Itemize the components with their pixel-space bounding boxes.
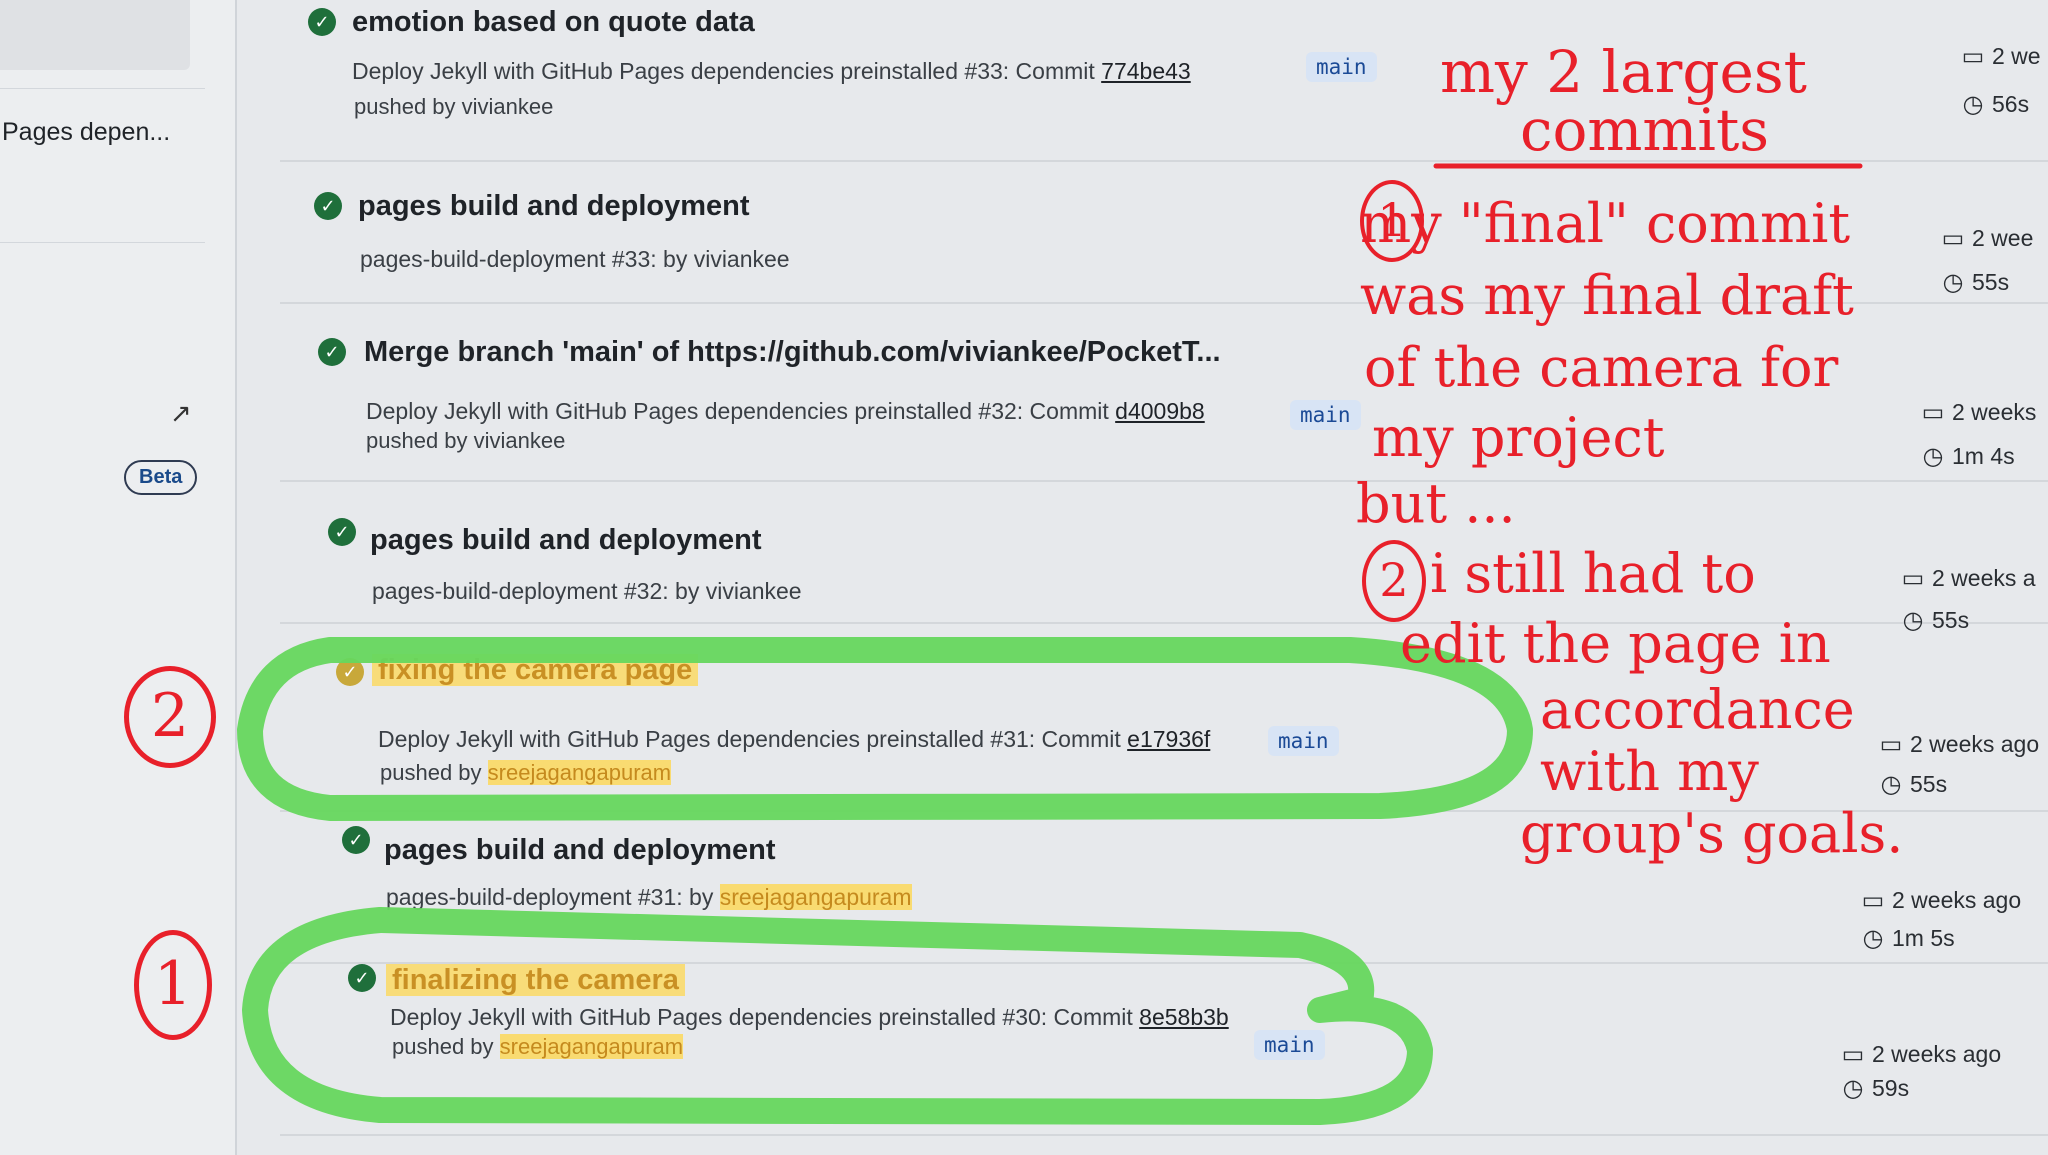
margin-number-2: 2 bbox=[124, 666, 216, 768]
note-line: accordance bbox=[1540, 678, 1855, 741]
note-line: was my final draft bbox=[1360, 264, 1854, 327]
note-number-1: 1 bbox=[1360, 180, 1424, 262]
note-line: my project bbox=[1372, 406, 1665, 469]
green-marker-loop-1 bbox=[242, 907, 1433, 1125]
note-line: with my bbox=[1540, 740, 1759, 803]
note-line: group's goals. bbox=[1520, 802, 1904, 865]
green-marker-loop-2 bbox=[237, 637, 1533, 821]
note-line: i still had to bbox=[1430, 542, 1756, 605]
note-number-2: 2 bbox=[1362, 540, 1426, 622]
note-line: of the camera for bbox=[1364, 336, 1839, 399]
note-line: but ... bbox=[1356, 472, 1516, 535]
note-line: my "final" commit bbox=[1360, 192, 1851, 255]
note-heading-line2: commits bbox=[1520, 96, 1770, 164]
note-line: edit the page in bbox=[1400, 612, 1831, 675]
margin-number-1: 1 bbox=[134, 930, 212, 1040]
